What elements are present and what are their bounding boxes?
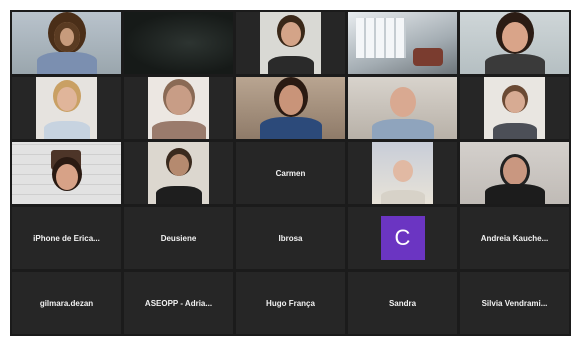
participant-tile[interactable]: Sandra [348, 272, 457, 334]
participant-name: Sandra [388, 298, 417, 308]
participant-video [460, 12, 569, 74]
participant-video [236, 77, 345, 139]
participant-tile[interactable] [124, 77, 233, 139]
participant-tile[interactable] [236, 77, 345, 139]
participant-tile[interactable] [236, 12, 345, 74]
participant-tile[interactable] [12, 142, 121, 204]
participant-tile[interactable] [460, 142, 569, 204]
participant-tile[interactable]: Deusiene [124, 207, 233, 269]
gallery-grid: Carmen iPhone de Erica... Deusiene Ibros… [12, 12, 569, 334]
participant-video [147, 77, 210, 139]
participant-tile[interactable]: ASEOPP - Adria... [124, 272, 233, 334]
participant-tile[interactable]: C [348, 207, 457, 269]
participant-tile-active-speaker[interactable] [460, 12, 569, 74]
participant-video [483, 77, 546, 139]
participant-video [147, 142, 210, 204]
participant-tile[interactable] [348, 77, 457, 139]
participant-tile[interactable] [12, 77, 121, 139]
participant-tile[interactable] [124, 142, 233, 204]
participant-tile[interactable]: Andreia Kauche... [460, 207, 569, 269]
participant-video [124, 12, 233, 74]
participant-tile[interactable]: iPhone de Erica... [12, 207, 121, 269]
participant-name: iPhone de Erica... [33, 233, 100, 243]
video-call-window: Carmen iPhone de Erica... Deusiene Ibros… [10, 10, 571, 336]
participant-video [12, 12, 121, 74]
participant-video [371, 142, 434, 204]
participant-name: Hugo França [266, 298, 315, 308]
participant-tile[interactable] [124, 12, 233, 74]
participant-name: gilmara.dezan [39, 298, 94, 308]
participant-tile[interactable] [12, 12, 121, 74]
participant-name: Carmen [275, 168, 306, 178]
participant-avatar: C [380, 216, 425, 260]
participant-name: Andreia Kauche... [480, 233, 549, 243]
participant-tile[interactable]: Ibrosa [236, 207, 345, 269]
participant-name: ASEOPP - Adria... [144, 298, 213, 308]
participant-tile[interactable] [460, 77, 569, 139]
participant-tile[interactable] [348, 142, 457, 204]
participant-video [259, 12, 322, 74]
participant-tile[interactable]: Silvia Vendrami... [460, 272, 569, 334]
participant-tile[interactable] [348, 12, 457, 74]
participant-tile[interactable]: Hugo França [236, 272, 345, 334]
participant-video [348, 12, 457, 74]
participant-video [12, 142, 121, 204]
participant-video [460, 142, 569, 204]
participant-name: Deusiene [160, 233, 197, 243]
participant-tile[interactable]: gilmara.dezan [12, 272, 121, 334]
participant-name: Ibrosa [278, 233, 303, 243]
participant-tile[interactable]: Carmen [236, 142, 345, 204]
participant-name: Silvia Vendrami... [481, 298, 548, 308]
participant-video [348, 77, 457, 139]
participant-video [35, 77, 98, 139]
